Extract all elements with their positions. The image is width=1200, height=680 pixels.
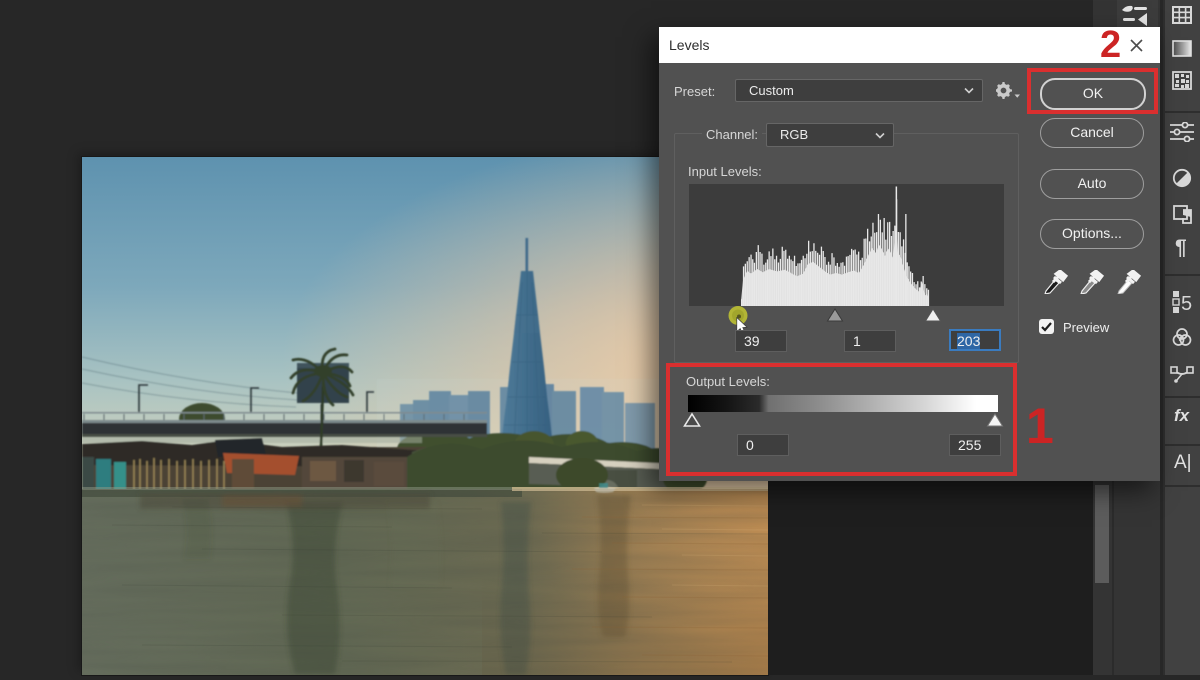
svg-text:5: 5 — [1181, 293, 1192, 313]
